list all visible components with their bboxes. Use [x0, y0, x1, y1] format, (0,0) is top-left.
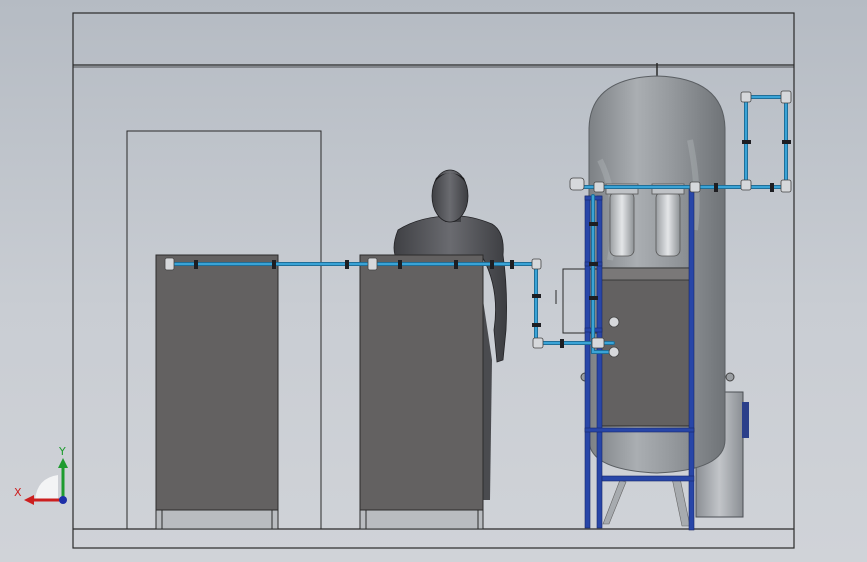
coordinate-triad [24, 458, 68, 505]
compressor-cabinet-right [359, 254, 484, 530]
axis-label-x: X [14, 486, 22, 499]
filter-cabinet [555, 267, 693, 427]
cad-viewport[interactable]: Y X [0, 0, 867, 562]
assembly-drawing: Y X [14, 12, 795, 549]
axis-label-y: Y [58, 445, 66, 458]
compressor-cabinet-left [155, 254, 279, 530]
